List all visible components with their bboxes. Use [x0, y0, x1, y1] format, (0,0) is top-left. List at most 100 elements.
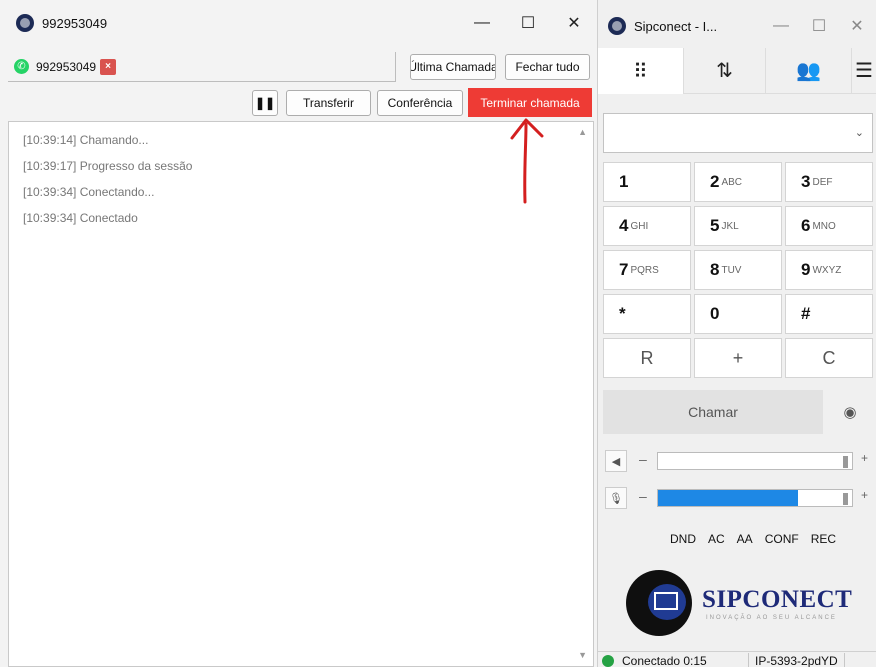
log-line: [10:39:34] Conectado: [23, 211, 138, 225]
key-redial[interactable]: R: [603, 338, 691, 378]
tab-contacts[interactable]: 👥: [766, 48, 852, 94]
speaker-minus[interactable]: –: [639, 451, 647, 467]
mic-minus[interactable]: –: [639, 488, 647, 504]
speaker-icon[interactable]: ◀: [605, 450, 627, 472]
video-call-button[interactable]: ◉: [828, 390, 872, 434]
key-digit: *: [619, 304, 626, 323]
mic-volume-row: 🎙 – +: [603, 485, 873, 511]
key-digit: #: [801, 304, 811, 323]
close-all-button[interactable]: Fechar tudo: [505, 54, 590, 80]
tab-transfers[interactable]: ⇅: [684, 48, 766, 94]
key-2[interactable]: 2 ABC: [694, 162, 782, 202]
key-letters: TUV: [721, 264, 742, 276]
call-titlebar: 992953049 — ☐ ✕: [0, 0, 597, 46]
menu-button[interactable]: ☰: [852, 48, 876, 94]
record-toggle[interactable]: REC: [805, 528, 842, 550]
session-row: ✆ 992953049 × Última Chamada Fechar tudo: [8, 52, 590, 82]
dnd-toggle[interactable]: DND: [664, 528, 702, 550]
key-letters: JKL: [721, 220, 739, 232]
key-digit: R: [640, 347, 654, 368]
minimize-button[interactable]: —: [762, 0, 800, 52]
scroll-down-icon[interactable]: ▼: [578, 650, 587, 660]
status-bar: Conectado 0:15 IP-5393-2pdYD: [598, 651, 876, 667]
conference-button[interactable]: Conferência: [377, 90, 463, 116]
session-tab[interactable]: ✆ 992953049 ×: [8, 52, 396, 82]
key-1[interactable]: 1: [603, 162, 691, 202]
speaker-plus[interactable]: +: [861, 451, 868, 465]
key-digit: 7: [619, 260, 629, 279]
key-letters: WXYZ: [812, 264, 842, 276]
close-button[interactable]: ✕: [838, 0, 876, 52]
log-line: [10:39:17] Progresso da sessão: [23, 159, 193, 173]
mic-level-fill: [658, 490, 798, 506]
key-7[interactable]: 7 PQRS: [603, 250, 691, 290]
webcam-icon: ◉: [843, 404, 857, 421]
last-call-button[interactable]: Última Chamada: [410, 54, 496, 80]
mic-volume-slider[interactable]: [657, 489, 853, 507]
microphone-icon[interactable]: 🎙: [605, 487, 627, 509]
hamburger-icon: ☰: [855, 60, 873, 82]
extension-label: IP-5393-2pdYD: [748, 653, 845, 667]
conference-toggle[interactable]: CONF: [759, 528, 805, 550]
dialer-window: Sipconect - I... — ☐ ✕ ⠿ ⇅ 👥 ☰ ⌄ 1 2 ABC …: [598, 0, 876, 667]
key-letters: ABC: [721, 176, 743, 188]
dialer-titlebar: Sipconect - I... — ☐ ✕: [598, 0, 876, 52]
key-9[interactable]: 9 WXYZ: [785, 250, 873, 290]
key-0[interactable]: 0: [694, 294, 782, 334]
key-digit: +: [732, 347, 744, 368]
transfer-arrows-icon: ⇅: [716, 60, 733, 82]
scroll-up-icon[interactable]: ▲: [578, 127, 587, 137]
sipconect-logo: SIPCONECT INOVAÇÃO AO SEU ALCANCE: [626, 568, 856, 642]
key-star[interactable]: *: [603, 294, 691, 334]
maximize-button[interactable]: ☐: [505, 0, 551, 46]
key-digit: 1: [619, 172, 629, 191]
mic-slider-handle[interactable]: [843, 493, 848, 505]
logo-name: SIPCONECT: [702, 586, 853, 613]
close-session-icon[interactable]: ×: [100, 58, 117, 75]
option-toggles: DND AC AA CONF REC: [664, 528, 842, 550]
key-digit: 4: [619, 216, 629, 235]
number-input[interactable]: ⌄: [603, 113, 873, 153]
session-number: 992953049: [36, 59, 97, 74]
call-window-title: 992953049: [42, 15, 108, 31]
pause-button[interactable]: ❚❚: [252, 90, 278, 116]
key-3[interactable]: 3 DEF: [785, 162, 873, 202]
dialer-toolbar: ⠿ ⇅ 👥 ☰: [598, 48, 876, 96]
sipconect-app-icon: [608, 17, 626, 35]
key-4[interactable]: 4 GHI: [603, 206, 691, 246]
key-digit: 6: [801, 216, 811, 235]
key-digit: 9: [801, 260, 811, 279]
call-button[interactable]: Chamar: [603, 390, 823, 434]
key-letters: MNO: [812, 220, 836, 232]
key-5[interactable]: 5 JKL: [694, 206, 782, 246]
key-hash[interactable]: #: [785, 294, 873, 334]
transfer-button[interactable]: Transferir: [286, 90, 371, 116]
minimize-button[interactable]: —: [459, 0, 505, 46]
auto-call-toggle[interactable]: AC: [702, 528, 731, 550]
mic-plus[interactable]: +: [861, 488, 868, 502]
speaker-volume-slider[interactable]: [657, 452, 853, 470]
maximize-button[interactable]: ☐: [800, 0, 838, 52]
logo-tagline: INOVAÇÃO AO SEU ALCANCE: [706, 615, 837, 621]
key-letters: GHI: [630, 220, 649, 232]
speaker-slider-handle[interactable]: [843, 456, 848, 468]
key-digit: C: [822, 347, 836, 368]
log-line: [10:39:14] Chamando...: [23, 133, 149, 147]
key-plus[interactable]: +: [694, 338, 782, 378]
key-letters: DEF: [812, 176, 833, 188]
auto-answer-toggle[interactable]: AA: [731, 528, 759, 550]
close-button[interactable]: ✕: [551, 0, 597, 46]
call-window: 992953049 — ☐ ✕ ✆ 992953049 × Última Cha…: [0, 0, 598, 667]
contacts-icon: 👥: [796, 60, 821, 82]
sipconect-app-icon: [16, 14, 34, 32]
tab-dialpad[interactable]: ⠿: [598, 48, 684, 94]
key-clear[interactable]: C: [785, 338, 873, 378]
dialpad-icon: ⠿: [633, 60, 648, 83]
key-letters: PQRS: [630, 264, 659, 276]
key-digit: 5: [710, 216, 720, 235]
key-digit: 8: [710, 260, 720, 279]
chevron-down-icon[interactable]: ⌄: [855, 126, 864, 139]
connection-status: Conectado 0:15: [622, 654, 707, 667]
key-6[interactable]: 6 MNO: [785, 206, 873, 246]
key-8[interactable]: 8 TUV: [694, 250, 782, 290]
